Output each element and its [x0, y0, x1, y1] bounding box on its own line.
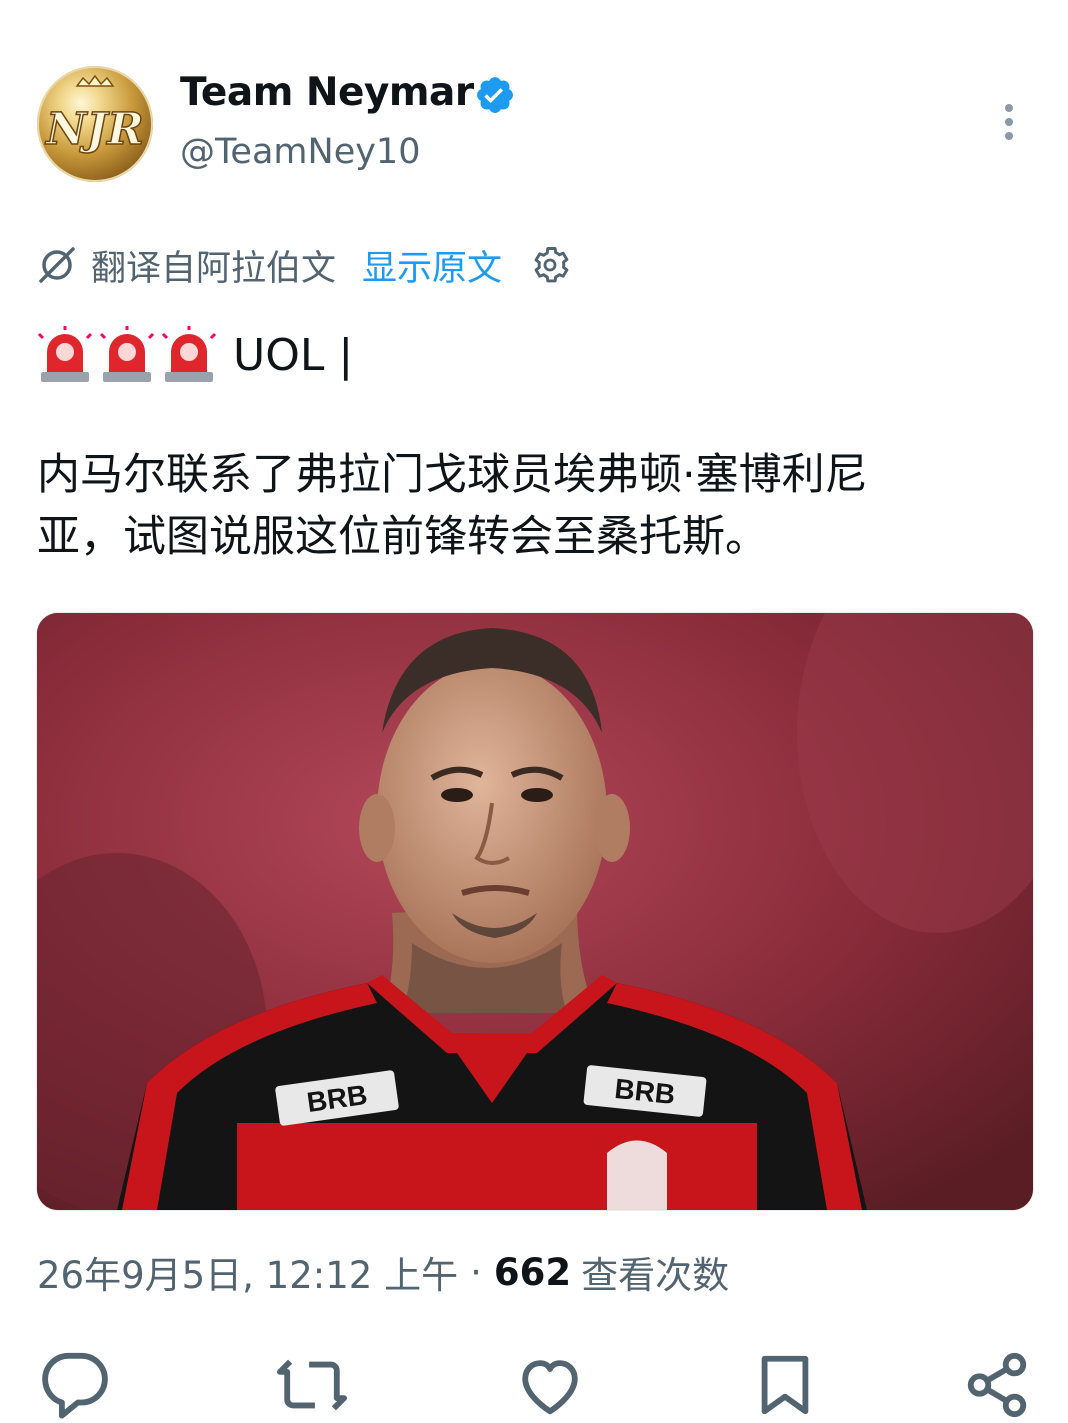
- player-photo: BRB BRB: [37, 613, 1033, 1210]
- siren-emoji-icon: [37, 326, 93, 382]
- user-handle[interactable]: @TeamNey10: [180, 132, 420, 172]
- tweet-text: 内马尔联系了弗拉门戈球员埃弗顿·塞博利尼 亚，试图说服这位前锋转会至桑托斯。: [37, 444, 1027, 568]
- tweet-source-label: UOL |: [233, 329, 354, 381]
- tweet-meta: 26年9月5日, 12:12 上午 · 662 查看次数: [37, 1242, 729, 1302]
- tweet-headline: UOL |: [37, 322, 353, 388]
- translation-bar: 翻译自阿拉伯文 显示原文: [37, 240, 572, 290]
- team-neymar-crest-logo-icon: NJR: [43, 74, 145, 156]
- timestamp[interactable]: 26年9月5日, 12:12 上午: [37, 1245, 458, 1299]
- siren-emoji-icon: [99, 326, 155, 382]
- translated-from-label: 翻译自阿拉伯文: [91, 248, 337, 289]
- tweet-media-photo[interactable]: BRB BRB: [36, 612, 1034, 1211]
- views-count: 662: [493, 1250, 572, 1294]
- siren-emoji-icon: [161, 326, 217, 382]
- verified-badge-icon: [477, 77, 513, 113]
- avatar[interactable]: NJR: [37, 66, 153, 182]
- action-bar: [0, 1350, 1068, 1423]
- share-icon[interactable]: [962, 1350, 1032, 1420]
- meta-separator: ·: [470, 1250, 482, 1294]
- tweet-text-line: 亚，试图说服这位前锋转会至桑托斯。: [37, 512, 768, 562]
- views-label: 查看次数: [581, 1254, 730, 1297]
- more-vertical-icon[interactable]: [992, 100, 1026, 144]
- tweet-text-line: 内马尔联系了弗拉门戈球员埃弗顿·塞博利尼: [37, 450, 868, 500]
- show-original-link[interactable]: 显示原文: [362, 240, 502, 291]
- svg-text:NJR: NJR: [44, 104, 144, 155]
- display-name[interactable]: Team Neymar: [180, 70, 474, 115]
- svg-text:BRB: BRB: [613, 1073, 677, 1110]
- translate-icon: [39, 247, 75, 283]
- reply-icon[interactable]: [40, 1350, 110, 1420]
- retweet-icon[interactable]: [277, 1350, 347, 1420]
- bookmark-icon[interactable]: [750, 1350, 820, 1420]
- like-icon[interactable]: [515, 1350, 585, 1420]
- gear-icon[interactable]: [528, 243, 572, 287]
- club-crest-icon: [607, 1140, 667, 1210]
